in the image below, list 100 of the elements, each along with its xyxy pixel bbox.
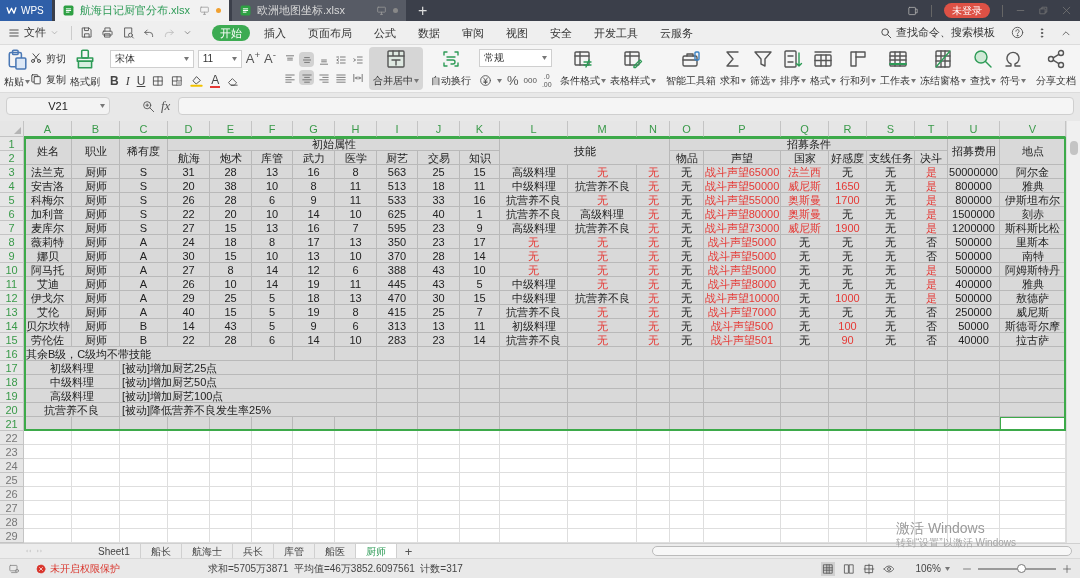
ribbon-tab[interactable]: 安全 (542, 24, 580, 41)
merge-center-button[interactable]: 合并居中 (369, 47, 423, 90)
row-header[interactable]: 21 (0, 417, 24, 431)
row-header[interactable]: 24 (0, 459, 24, 473)
document-tab[interactable]: 欧洲地图坐标.xlsx (232, 0, 406, 21)
column-header[interactable]: Q (781, 121, 829, 137)
ribbon-tab[interactable]: 视图 (498, 24, 536, 41)
ribbon-button[interactable]: 工作表 (877, 45, 918, 92)
grow-font-button[interactable]: A$^{+}$ (245, 52, 261, 65)
italic-button[interactable]: I (125, 74, 130, 87)
ribbon-tab[interactable]: 开发工具 (586, 24, 646, 41)
row-header[interactable]: 4 (0, 179, 24, 193)
ribbon-tab[interactable]: 开始 (212, 24, 250, 41)
shrink-font-button[interactable]: A$^{-}$ (264, 52, 276, 65)
column-header[interactable]: K (460, 121, 500, 137)
row-header[interactable]: 2 (0, 151, 24, 165)
column-header[interactable]: H (335, 121, 377, 137)
font-color-button[interactable]: A (210, 73, 221, 88)
row-header[interactable]: 18 (0, 375, 24, 389)
row-header[interactable]: 13 (0, 305, 24, 319)
wrap-text-button[interactable]: 自动换行 (427, 47, 475, 90)
new-tab-button[interactable]: + (406, 0, 440, 21)
add-sheet-button[interactable]: + (396, 544, 421, 558)
row-header[interactable]: 29 (0, 529, 24, 543)
row-header[interactable]: 1 (0, 137, 24, 151)
row-header[interactable]: 14 (0, 319, 24, 333)
row-header[interactable]: 3 (0, 165, 24, 179)
row-header[interactable]: 23 (0, 445, 24, 459)
paste-button[interactable]: 粘贴 (4, 45, 30, 92)
copy-button[interactable]: 复制 (30, 71, 66, 87)
ribbon-tab[interactable]: 云服务 (652, 24, 701, 41)
ribbon-tab[interactable]: 数据 (410, 24, 448, 41)
ribbon-tab[interactable]: 审阅 (454, 24, 492, 41)
column-header[interactable]: N (637, 121, 670, 137)
column-header[interactable]: O (670, 121, 704, 137)
ribbon-tab[interactable]: 公式 (366, 24, 404, 41)
column-header[interactable]: A (24, 121, 72, 137)
ribbon-button[interactable]: 表格样式 (607, 45, 658, 92)
column-header[interactable]: J (418, 121, 460, 137)
row-header[interactable]: 27 (0, 501, 24, 515)
row-header[interactable]: 19 (0, 389, 24, 403)
bold-button[interactable]: B (110, 74, 119, 87)
column-header[interactable]: G (293, 121, 335, 137)
sheet-tab[interactable]: 厨师 (355, 544, 397, 558)
ribbon-button[interactable]: 格式 (807, 45, 838, 92)
ribbon-button[interactable]: 排序 (777, 45, 808, 92)
row-header[interactable]: 26 (0, 487, 24, 501)
app-menu-button[interactable]: WPS (0, 0, 52, 21)
ribbon-button[interactable]: 条件格式 (557, 45, 608, 92)
row-header[interactable]: 22 (0, 431, 24, 445)
format-painter-button[interactable]: 格式刷 (66, 45, 104, 92)
column-header[interactable]: F (252, 121, 293, 137)
permission-link[interactable]: 未开启权限保护 (36, 561, 120, 576)
font-size-field[interactable]: 11 (197, 49, 242, 68)
row-header[interactable]: 15 (0, 333, 24, 347)
row-header[interactable]: 17 (0, 361, 24, 375)
ribbon-button[interactable]: 智能工具箱 (663, 45, 718, 92)
column-header[interactable]: S (867, 121, 915, 137)
row-header[interactable]: 12 (0, 291, 24, 305)
row-header[interactable]: 28 (0, 515, 24, 529)
percent-button[interactable]: % (507, 74, 519, 87)
ribbon-button[interactable]: 符号 (997, 45, 1028, 92)
column-header[interactable]: E (210, 121, 252, 137)
ribbon-tab[interactable]: 插入 (256, 24, 294, 41)
row-header[interactable]: 7 (0, 221, 24, 235)
row-header[interactable]: 20 (0, 403, 24, 417)
row-header[interactable]: 5 (0, 193, 24, 207)
row-header[interactable]: 9 (0, 249, 24, 263)
ribbon-button[interactable]: 筛选 (747, 45, 778, 92)
cut-button[interactable]: 剪切 (30, 50, 66, 66)
column-header[interactable]: I (377, 121, 418, 137)
number-format-field[interactable]: 常规 (479, 48, 552, 67)
ribbon-button[interactable]: 冻结窗格 (917, 45, 968, 92)
document-tab[interactable]: 航海日记厨官分布.xlsx (55, 0, 229, 21)
column-header[interactable]: T (915, 121, 948, 137)
font-name-field[interactable]: 宋体 (110, 49, 194, 68)
column-header[interactable]: V (1000, 121, 1066, 137)
underline-button[interactable]: U (136, 74, 146, 87)
ribbon-button[interactable]: 求和 (717, 45, 748, 92)
thousands-button[interactable]: 000 (523, 76, 537, 85)
command-search[interactable]: 查找命令、搜索模板 (880, 24, 995, 41)
ribbon-button[interactable]: 查找 (967, 45, 998, 92)
zoom-level[interactable]: 106% (915, 561, 950, 576)
row-header[interactable]: 6 (0, 207, 24, 221)
row-header[interactable]: 8 (0, 235, 24, 249)
column-header[interactable]: R (829, 121, 867, 137)
ribbon-tab[interactable]: 页面布局 (300, 24, 360, 41)
login-button[interactable]: 未登录 (944, 3, 990, 18)
column-header[interactable]: P (704, 121, 781, 137)
column-header[interactable]: U (948, 121, 1000, 137)
row-header[interactable]: 16 (0, 347, 24, 361)
column-header[interactable]: M (568, 121, 637, 137)
name-box[interactable]: V21 (6, 97, 110, 115)
ribbon-button[interactable]: 分享文档 (1033, 45, 1078, 92)
row-header[interactable]: 25 (0, 473, 24, 487)
ribbon-button[interactable]: 行和列 (837, 45, 878, 92)
file-menu[interactable]: 文件 (8, 24, 63, 41)
column-header[interactable]: B (72, 121, 120, 137)
column-header[interactable]: D (168, 121, 210, 137)
column-header[interactable]: C (120, 121, 168, 137)
